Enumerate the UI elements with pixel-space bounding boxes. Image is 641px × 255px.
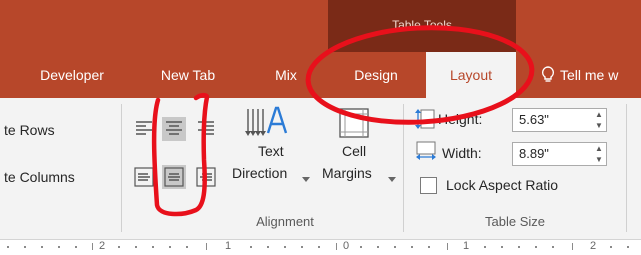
ruler-number: 2 [99, 240, 106, 252]
align-center-right-button[interactable] [194, 165, 218, 189]
height-label: Height: [438, 111, 483, 127]
align-top-right-icon [198, 121, 214, 135]
width-label: Width: [442, 145, 482, 161]
spin-arrows-icon[interactable]: ▲ ▼ [592, 109, 606, 131]
ruler-number: 2 [590, 240, 597, 252]
align-top-left-button[interactable] [132, 117, 156, 141]
height-spinner[interactable]: 5.63" ▲ ▼ [512, 108, 607, 132]
align-top-center-icon [166, 121, 182, 135]
ruler-number: 1 [225, 240, 232, 252]
cell-margins-label-line2: Margins [322, 165, 372, 181]
group-separator [626, 104, 627, 232]
table-tools-label: Table Tools [392, 18, 452, 32]
cell-margins-icon [339, 108, 369, 143]
horizontal-ruler[interactable]: 2 1 0 1 2 [0, 240, 641, 255]
text-direction-button[interactable]: Text Direction [230, 103, 320, 207]
alignment-group-label: Alignment [256, 214, 314, 229]
lock-aspect-ratio-label: Lock Aspect Ratio [446, 177, 559, 193]
title-bar [0, 0, 641, 52]
align-center-left-button[interactable] [132, 165, 156, 189]
cell-margins-button[interactable]: Cell Margins [320, 103, 400, 207]
text-direction-label-line1: Text [258, 143, 284, 159]
text-direction-label-line2: Direction [232, 165, 288, 181]
lock-aspect-ratio-checkbox[interactable] [420, 177, 437, 194]
distribute-columns-button[interactable]: te Columns [4, 169, 75, 185]
spin-arrows-icon[interactable]: ▲ ▼ [592, 143, 606, 165]
width-value: 8.89" [519, 146, 549, 161]
group-separator [121, 104, 122, 232]
lightbulb-icon [541, 66, 555, 89]
chevron-down-icon [302, 170, 310, 188]
column-width-icon [415, 141, 437, 166]
distribute-rows-button[interactable]: te Rows [4, 122, 55, 138]
align-center-right-icon [196, 167, 216, 187]
tell-me-label: Tell me w [560, 67, 619, 83]
table-size-group-label: Table Size [485, 214, 545, 229]
align-top-right-button[interactable] [194, 117, 218, 141]
align-center-button[interactable] [162, 165, 186, 189]
align-top-left-icon [136, 121, 152, 135]
align-center-left-icon [134, 167, 154, 187]
row-height-icon [415, 108, 435, 135]
ruler-number: 1 [463, 240, 470, 252]
width-spinner[interactable]: 8.89" ▲ ▼ [512, 142, 607, 166]
tab-mix[interactable]: Mix [256, 52, 316, 98]
tab-design[interactable]: Design [336, 52, 416, 98]
align-top-center-button[interactable] [162, 117, 186, 141]
tab-new-tab[interactable]: New Tab [148, 52, 228, 98]
chevron-down-icon [388, 170, 396, 188]
text-direction-icon [244, 105, 296, 144]
height-value: 5.63" [519, 112, 549, 127]
ruler-number: 0 [343, 240, 350, 252]
group-separator [403, 104, 404, 232]
cell-margins-label-line1: Cell [342, 143, 367, 159]
ruler-ticks [7, 243, 629, 250]
tell-me-search[interactable]: Tell me w [536, 52, 641, 98]
align-center-icon [164, 167, 184, 187]
tab-layout[interactable]: Layout [426, 52, 516, 98]
tab-developer[interactable]: Developer [22, 52, 122, 98]
